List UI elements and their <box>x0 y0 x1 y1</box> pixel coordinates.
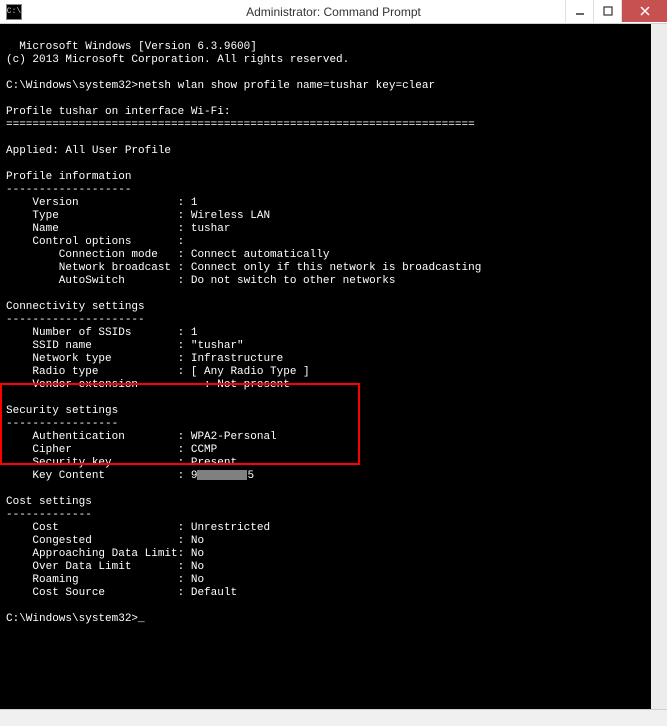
profile-info-label-0: Version <box>6 197 178 209</box>
security-label-2: Security key <box>6 457 178 469</box>
profile-info-label-5: Network broadcast <box>6 262 178 274</box>
window-controls <box>565 0 667 22</box>
cost-value-5: : Default <box>178 587 237 599</box>
status-bar <box>0 709 667 726</box>
cost-label-4: Roaming <box>6 574 178 586</box>
version-line: Microsoft Windows [Version 6.3.9600] <box>19 41 257 53</box>
profile-info-label-6: AutoSwitch <box>6 275 178 287</box>
cost-underline: ------------- <box>6 509 92 521</box>
connectivity-underline: --------------------- <box>6 314 145 326</box>
profile-info-value-4: : Connect automatically <box>178 249 330 261</box>
profile-info-label-4: Connection mode <box>6 249 178 261</box>
terminal-output[interactable]: Microsoft Windows [Version 6.3.9600] (c)… <box>0 24 667 709</box>
profile-info-title: Profile information <box>6 171 131 183</box>
connectivity-value-1: : "tushar" <box>178 340 244 352</box>
cost-label-3: Over Data Limit <box>6 561 178 573</box>
window-title: Administrator: Command Prompt <box>246 5 421 19</box>
connectivity-label-1: SSID name <box>6 340 178 352</box>
connectivity-title: Connectivity settings <box>6 301 145 313</box>
cost-label-0: Cost <box>6 522 178 534</box>
security-label-3: Key Content <box>6 470 178 482</box>
connectivity-label-0: Number of SSIDs <box>6 327 178 339</box>
connectivity-label-2: Network type <box>6 353 178 365</box>
profile-info-label-3: Control options <box>6 236 178 248</box>
profile-info-value-1: : Wireless LAN <box>178 210 270 222</box>
cost-value-3: : No <box>178 561 204 573</box>
security-value-1: : CCMP <box>178 444 218 456</box>
profile-info-label-1: Type <box>6 210 178 222</box>
profile-info-value-0: : 1 <box>178 197 198 209</box>
connectivity-value-4: : Not present <box>178 379 290 391</box>
prompt-path-2: C:\Windows\system32> <box>6 613 138 625</box>
cursor: _ <box>138 613 145 625</box>
title-bar: C:\ Administrator: Command Prompt <box>0 0 667 24</box>
minimize-button[interactable] <box>565 0 593 22</box>
applied-line: Applied: All User Profile <box>6 145 171 157</box>
connectivity-label-4: Vendor extension <box>6 379 178 391</box>
connectivity-value-3: : [ Any Radio Type ] <box>178 366 310 378</box>
cost-label-1: Congested <box>6 535 178 547</box>
security-value-3: : 9 <box>178 470 198 482</box>
security-value-end-3: 5 <box>247 470 254 482</box>
cost-label-2: Approaching Data Limit <box>6 548 178 560</box>
profile-info-value-6: : Do not switch to other networks <box>178 275 396 287</box>
profile-info-underline: ------------------- <box>6 184 131 196</box>
security-underline: ----------------- <box>6 418 118 430</box>
prompt-path: C:\Windows\system32> <box>6 80 138 92</box>
cost-title: Cost settings <box>6 496 92 508</box>
maximize-button[interactable] <box>593 0 621 22</box>
profile-header: Profile tushar on interface Wi-Fi: <box>6 106 230 118</box>
divider: ========================================… <box>6 119 475 131</box>
copyright-line: (c) 2013 Microsoft Corporation. All righ… <box>6 54 349 66</box>
cost-value-4: : No <box>178 574 204 586</box>
cost-value-2: : No <box>178 548 204 560</box>
close-button[interactable] <box>621 0 667 22</box>
redacted-key <box>197 470 247 480</box>
cost-label-5: Cost Source <box>6 587 178 599</box>
security-value-0: : WPA2-Personal <box>178 431 277 443</box>
profile-info-label-2: Name <box>6 223 178 235</box>
security-label-1: Cipher <box>6 444 178 456</box>
cmd-icon: C:\ <box>6 4 22 20</box>
profile-info-value-5: : Connect only if this network is broadc… <box>178 262 482 274</box>
cost-value-1: : No <box>178 535 204 547</box>
security-label-0: Authentication <box>6 431 178 443</box>
command-text: netsh wlan show profile name=tushar key=… <box>138 80 435 92</box>
security-value-2: : Present <box>178 457 237 469</box>
connectivity-value-2: : Infrastructure <box>178 353 284 365</box>
profile-info-value-2: : tushar <box>178 223 231 235</box>
cost-value-0: : Unrestricted <box>178 522 270 534</box>
connectivity-value-0: : 1 <box>178 327 198 339</box>
profile-info-value-3: : <box>178 236 185 248</box>
security-title: Security settings <box>6 405 118 417</box>
connectivity-label-3: Radio type <box>6 366 178 378</box>
